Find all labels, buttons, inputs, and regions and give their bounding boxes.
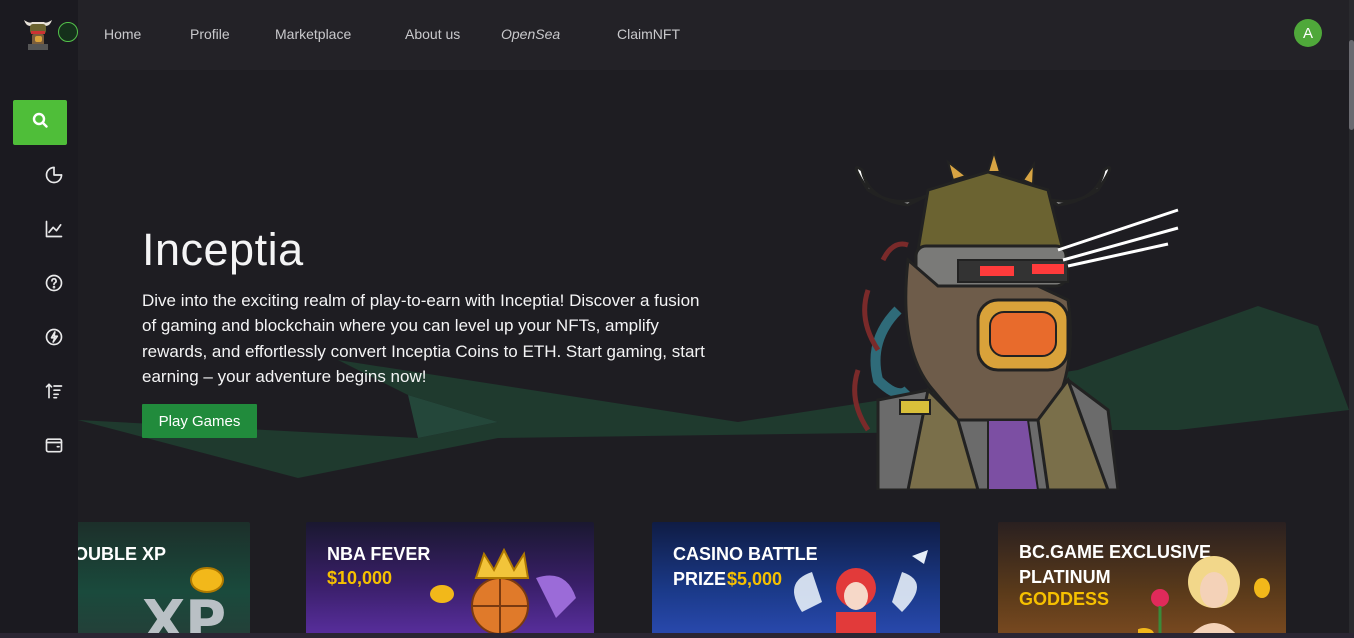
lightning-icon xyxy=(44,327,64,352)
sort-icon xyxy=(44,381,64,406)
anime-angel-illustration xyxy=(794,550,928,638)
sidebar-item-charts[interactable] xyxy=(40,217,68,245)
top-navigation xyxy=(78,0,1349,70)
nav-opensea[interactable]: OpenSea xyxy=(501,26,560,42)
xp-coin-illustration: XP xyxy=(142,567,226,638)
status-indicator xyxy=(58,22,78,42)
sidebar-search-button[interactable] xyxy=(13,100,67,145)
sidebar-item-wallet[interactable] xyxy=(40,433,68,461)
promo-prize: $5,000 xyxy=(727,569,783,589)
promo-title: NBA FEVER xyxy=(327,544,431,564)
nav-marketplace[interactable]: Marketplace xyxy=(275,26,351,42)
sidebar-item-help[interactable] xyxy=(40,271,68,299)
help-circle-icon xyxy=(44,273,64,298)
sidebar-item-stats[interactable] xyxy=(40,163,68,191)
promo-card-bc-game-exclusive[interactable]: BC.GAME EXCLUSIVE PLATINUM GODDESS xyxy=(998,522,1286,638)
promo-card-double-xp[interactable]: OUBLE XP XP xyxy=(78,522,250,638)
logo-icon[interactable] xyxy=(22,14,54,50)
promo-card-casino-battle[interactable]: CASINO BATTLE PRIZE $5,000 xyxy=(652,522,940,638)
play-games-button[interactable]: Play Games xyxy=(142,404,257,438)
hero-title: Inceptia xyxy=(142,224,304,275)
nav-about-us[interactable]: About us xyxy=(405,26,460,42)
nav-profile[interactable]: Profile xyxy=(190,26,230,42)
sidebar-item-leaderboard[interactable] xyxy=(40,379,68,407)
promo-prize: $10,000 xyxy=(327,568,393,588)
wallet-icon xyxy=(44,435,64,460)
line-chart-icon xyxy=(44,219,64,244)
avatar[interactable]: A xyxy=(1294,19,1322,47)
goddess-illustration xyxy=(1138,556,1270,638)
promo-highlight: GODDESS xyxy=(1019,589,1110,609)
basketball-crown-illustration xyxy=(430,548,576,635)
hero-description: Dive into the exciting realm of play-to-… xyxy=(142,291,705,386)
sidebar-item-boost[interactable] xyxy=(40,325,68,353)
nav-claimnft[interactable]: ClaimNFT xyxy=(617,26,680,42)
promo-carousel: OUBLE XP XP NBA FEVER $10,000 CASINO BAT… xyxy=(78,522,1349,638)
nav-home[interactable]: Home xyxy=(104,26,141,42)
promo-card-nba-fever[interactable]: NBA FEVER $10,000 xyxy=(306,522,594,638)
sidebar xyxy=(0,0,78,638)
page-scrollbar-thumb[interactable] xyxy=(1349,40,1354,130)
bottom-strip xyxy=(0,633,1354,638)
promo-subtitle: PRIZE xyxy=(673,569,727,589)
search-icon xyxy=(32,112,48,133)
svg-text:XP: XP xyxy=(142,589,226,638)
pie-chart-icon xyxy=(44,165,64,190)
nft-character-illustration xyxy=(838,148,1183,492)
promo-subtitle: PLATINUM xyxy=(1019,567,1111,587)
